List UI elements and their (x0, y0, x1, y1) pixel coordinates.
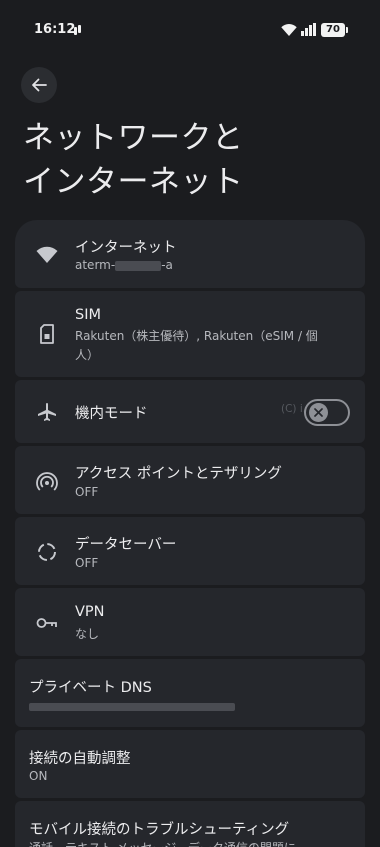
back-button[interactable] (21, 67, 57, 103)
data-saver-icon (35, 540, 59, 564)
setting-vpn[interactable]: VPN なし (15, 588, 365, 656)
wifi-icon (281, 24, 297, 36)
setting-title: SIM (75, 307, 101, 323)
toggle-knob (309, 403, 328, 422)
battery-icon: 70 (321, 23, 348, 37)
vpn-key-icon (35, 611, 59, 635)
arrow-left-icon (32, 78, 47, 92)
setting-airplane-mode[interactable]: 機内モード (C) i...con (15, 380, 365, 443)
setting-title: データセーバー (75, 537, 177, 553)
setting-hotspot-tethering[interactable]: アクセス ポイントとテザリング OFF (15, 446, 365, 514)
hotspot-icon (35, 470, 59, 494)
airplane-mode-toggle[interactable] (304, 399, 350, 426)
setting-adaptive-connectivity[interactable]: 接続の自動調整 ON (15, 730, 365, 798)
setting-title: インターネット (75, 240, 177, 256)
page-title: ネットワークと インターネット (23, 120, 244, 200)
setting-data-saver[interactable]: データセーバー OFF (15, 517, 365, 585)
sim-card-icon (35, 322, 59, 346)
setting-subtitle: ON (29, 769, 48, 783)
setting-sim[interactable]: SIM Rakuten（株主優待）, Rakuten（eSIM / 個人） (15, 291, 365, 377)
setting-subtitle: Rakuten（株主優待）, Rakuten（eSIM / 個人） (75, 329, 318, 362)
setting-private-dns[interactable]: プライベート DNS (15, 659, 365, 727)
notification-icon (74, 25, 81, 35)
signal-icon (301, 23, 316, 36)
setting-mobile-troubleshooting[interactable]: モバイル接続のトラブルシューティング 通話、テキスト メッセージ、データ通信の問… (15, 801, 365, 847)
setting-title: プライベート DNS (29, 680, 152, 696)
status-bar: 16:12 70 (0, 0, 380, 60)
setting-subtitle: OFF (75, 556, 99, 570)
status-time: 16:12 (34, 22, 76, 37)
setting-title: 接続の自動調整 (29, 751, 131, 767)
wifi-icon (35, 243, 59, 267)
setting-title: モバイル接続のトラブルシューティング (29, 822, 290, 838)
setting-title: 機内モード (75, 406, 148, 422)
setting-title: アクセス ポイントとテザリング (75, 466, 282, 482)
close-icon (314, 408, 323, 417)
setting-subtitle-redacted (29, 697, 279, 716)
setting-subtitle: OFF (75, 485, 99, 499)
setting-internet[interactable]: インターネット aterm- -a (15, 220, 365, 288)
setting-title: VPN (75, 604, 105, 620)
setting-subtitle: 通話、テキスト メッセージ、データ通信の問題に (29, 839, 349, 847)
setting-subtitle: なし (75, 627, 100, 641)
airplane-icon (35, 400, 59, 424)
setting-subtitle: aterm- -a (75, 258, 173, 272)
